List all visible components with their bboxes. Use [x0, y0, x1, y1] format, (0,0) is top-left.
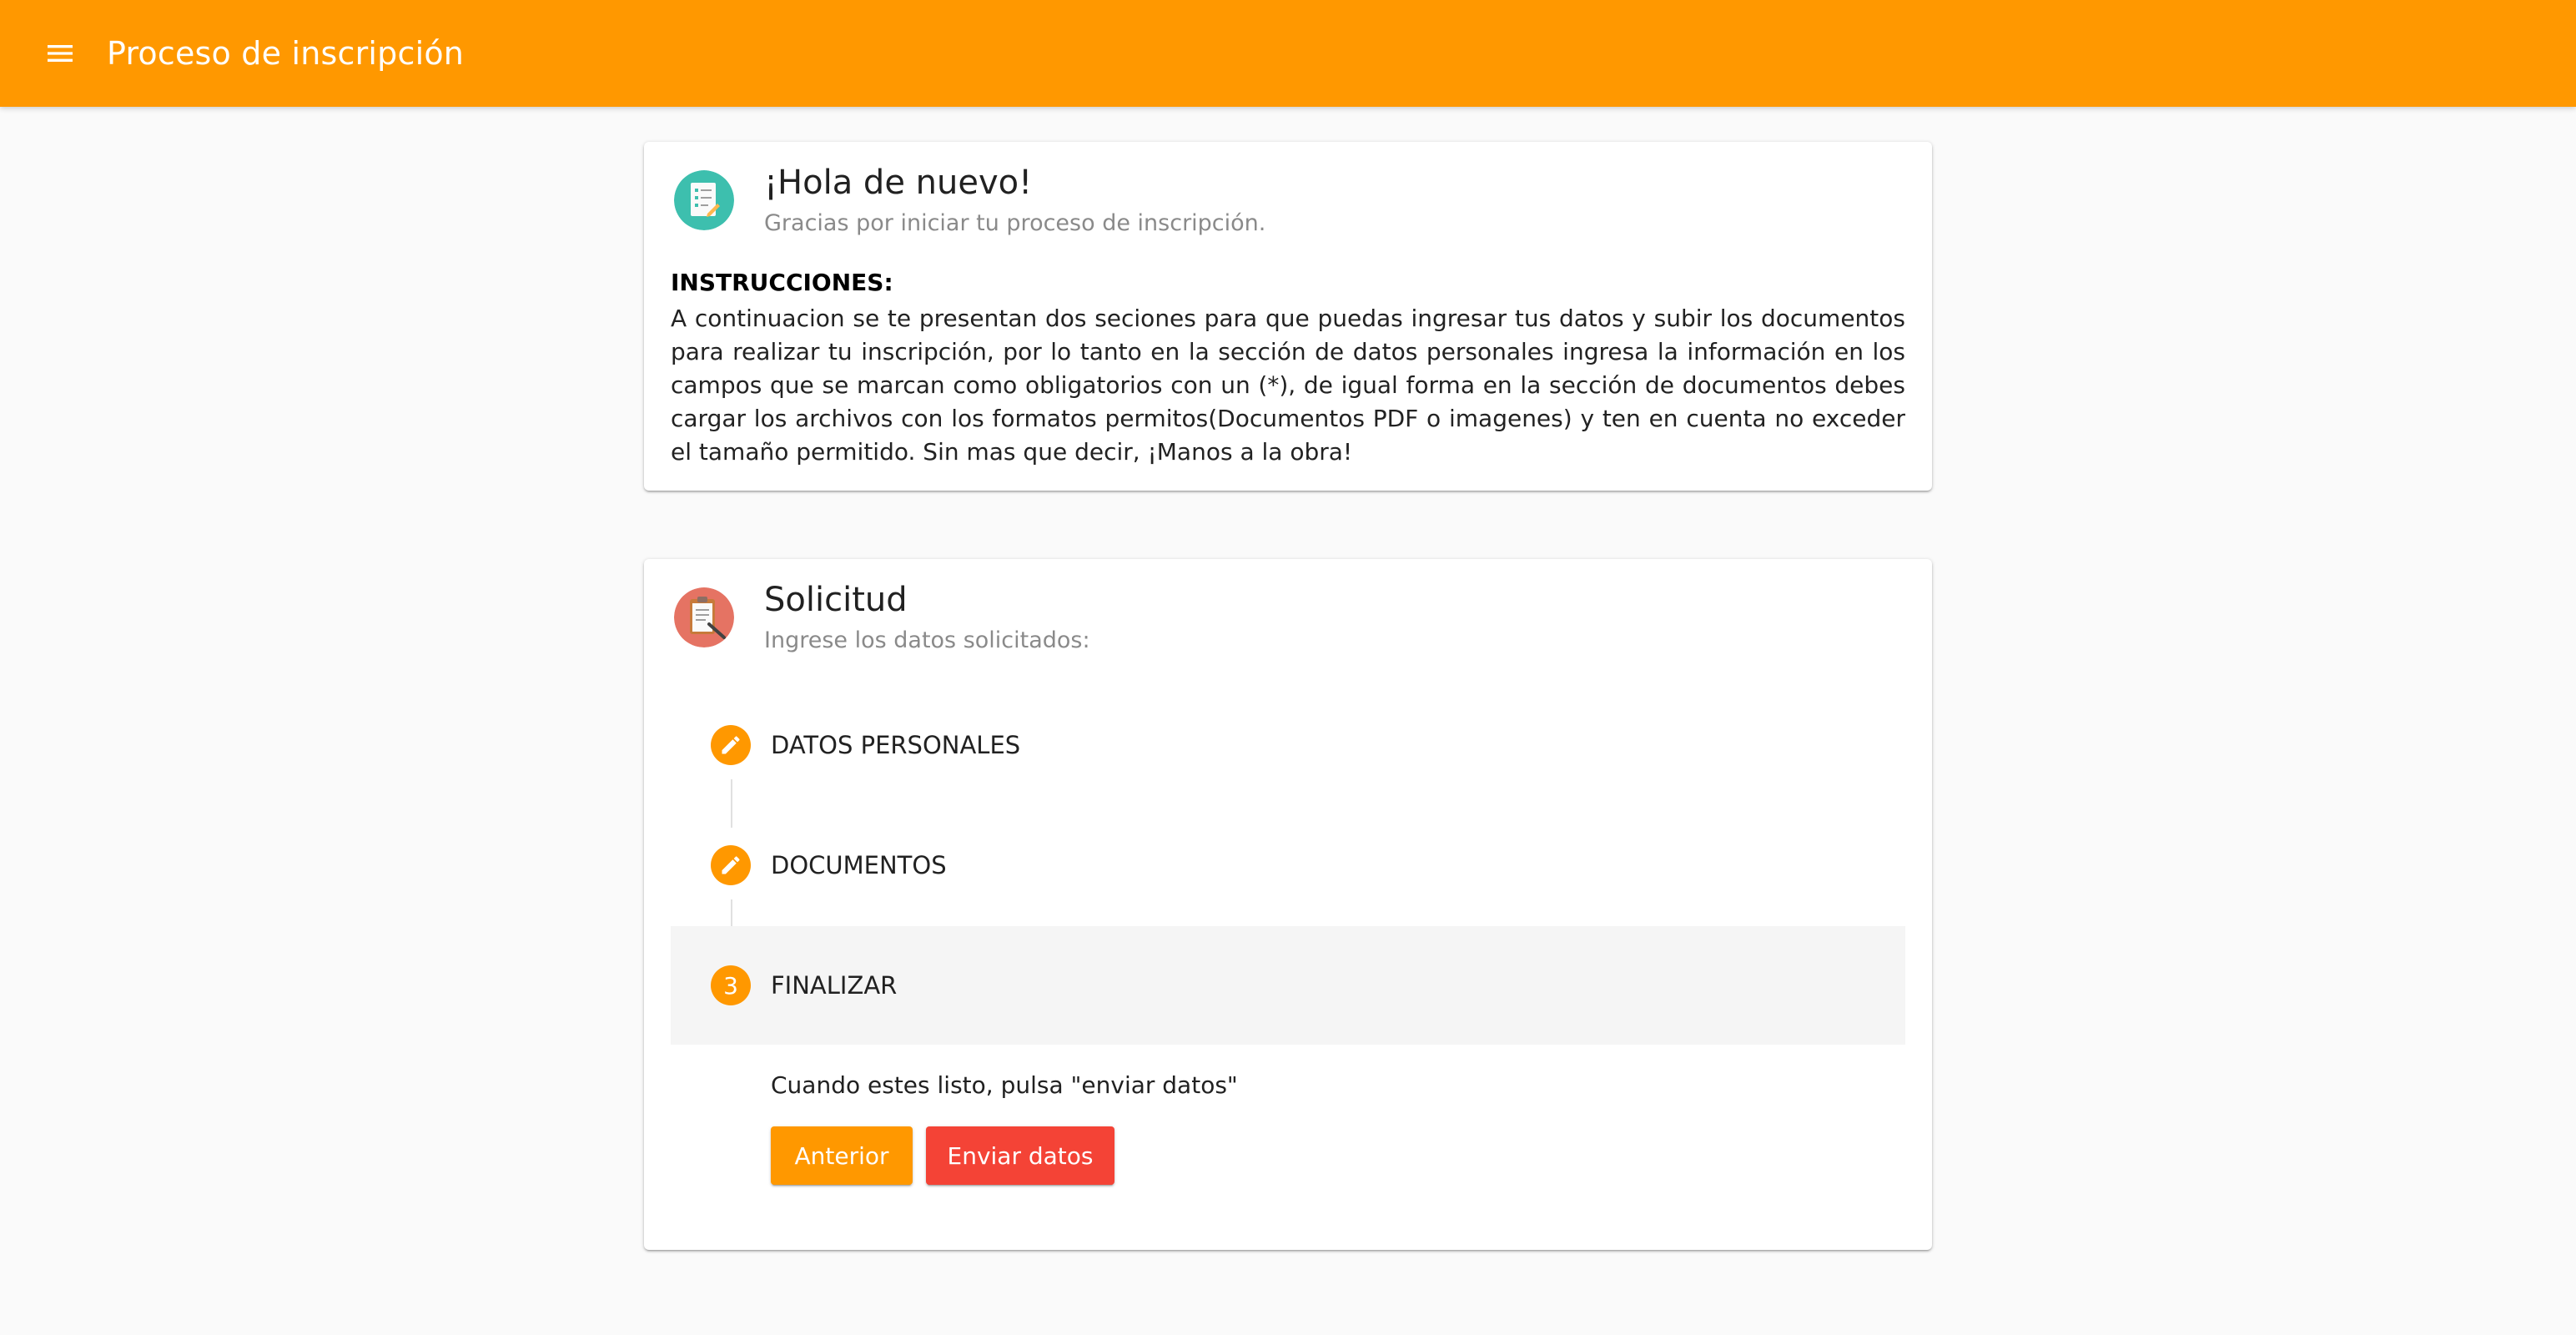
welcome-card: ¡Hola de nuevo! Gracias por iniciar tu p…: [644, 142, 1932, 491]
request-title: Solicitud: [764, 581, 908, 619]
send-data-button[interactable]: Enviar datos: [926, 1126, 1114, 1185]
instructions-label: INSTRUCCIONES:: [671, 269, 893, 296]
edit-icon: [711, 725, 751, 765]
clipboard-icon: [674, 587, 734, 647]
welcome-subtitle: Gracias por iniciar tu proceso de inscri…: [764, 210, 1266, 236]
step-label: FINALIZAR: [771, 971, 898, 1000]
app-title: Proceso de inscripción: [107, 35, 465, 72]
step-number-badge: 3: [711, 965, 751, 1005]
welcome-title: ¡Hola de nuevo!: [764, 164, 1033, 202]
instructions-text: A continuacion se te presentan dos secio…: [671, 305, 1905, 466]
previous-button[interactable]: Anterior: [771, 1126, 913, 1185]
top-toolbar: Proceso de inscripción: [0, 0, 2576, 107]
step-finalizar[interactable]: 3 FINALIZAR: [671, 926, 1905, 1045]
edit-icon: [711, 845, 751, 885]
step-documentos[interactable]: DOCUMENTOS: [671, 806, 1905, 924]
step-label: DATOS PERSONALES: [771, 731, 1021, 759]
request-subtitle: Ingrese los datos solicitados:: [764, 627, 1090, 653]
step-label: DOCUMENTOS: [771, 851, 947, 879]
checklist-icon: [674, 170, 734, 230]
final-step-message: Cuando estes listo, pulsa "enviar datos": [771, 1071, 1238, 1099]
step-datos-personales[interactable]: DATOS PERSONALES: [671, 686, 1905, 804]
menu-button[interactable]: [30, 23, 90, 83]
menu-icon: [48, 45, 73, 62]
request-card: Solicitud Ingrese los datos solicitados:…: [644, 559, 1932, 1250]
